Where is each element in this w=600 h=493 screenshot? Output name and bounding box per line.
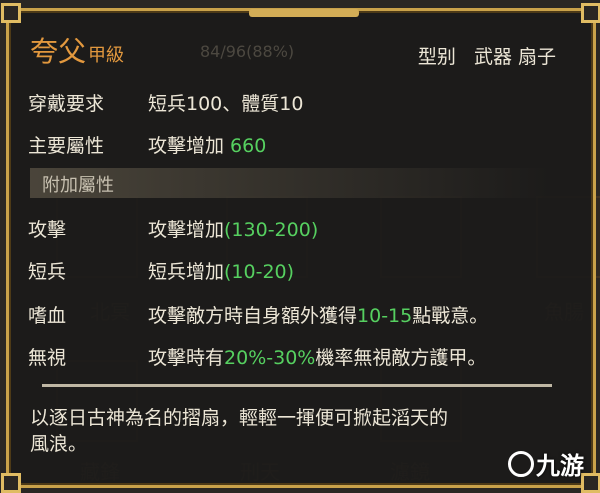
- extra-attributes-heading: 附加屬性: [42, 175, 114, 196]
- extra-attribute-value: (10-20): [224, 261, 295, 283]
- extra-attribute-suffix: 機率無視敵方護甲。: [315, 347, 487, 369]
- extra-attribute-row: 嗜血 攻擊敵方時自身額外獲得10-15點戰意。: [28, 304, 488, 328]
- extra-attribute-prefix: 攻擊增加: [148, 219, 225, 241]
- watermark-logo-icon: [508, 450, 534, 477]
- watermark: 九游: [508, 446, 584, 481]
- extra-attribute-row: 短兵 短兵增加(10-20): [28, 260, 294, 284]
- extra-attribute-prefix: 攻擊敵方時自身額外獲得: [148, 305, 358, 327]
- requirement-value: 短兵100、體質10: [148, 93, 304, 115]
- frame-corner: [581, 3, 600, 23]
- extra-attribute-row: 無視 攻擊時有20%-30%機率無視敵方護甲。: [28, 346, 486, 370]
- item-description: 以逐日古神為名的摺扇，輕輕一揮便可掀起滔天的風浪。: [30, 407, 449, 455]
- frame-corner: [1, 3, 21, 23]
- main-attribute-prefix: 攻擊增加: [148, 135, 231, 157]
- extra-attribute-label: 嗜血: [28, 305, 67, 327]
- requirement-row: 穿戴要求 短兵100、體質10: [28, 92, 303, 116]
- item-type-value: 武器 扇子: [473, 46, 556, 68]
- item-type: 型别 武器 扇子: [418, 42, 556, 69]
- main-attribute-label: 主要屬性: [28, 135, 105, 157]
- extra-attribute-row: 攻擊 攻擊增加(130-200): [28, 218, 318, 242]
- item-grade: 甲級: [88, 45, 125, 66]
- item-type-label: 型别: [417, 46, 456, 68]
- extra-attribute-label: 無視: [28, 347, 67, 369]
- extra-attribute-suffix: 點戰意。: [412, 305, 489, 327]
- frame-ornament: [249, 9, 359, 17]
- requirement-label: 穿戴要求: [28, 93, 105, 115]
- extra-attribute-value: 20%-30%: [224, 347, 316, 369]
- extra-attribute-label: 攻擊: [28, 219, 67, 241]
- main-attribute-row: 主要屬性 攻擊增加 660: [28, 134, 266, 158]
- extra-attribute-value: 10-15: [357, 305, 413, 327]
- durability-text: 84/96(88%): [200, 42, 295, 61]
- extra-attribute-value: (130-200): [224, 219, 319, 241]
- item-name: 夸父: [30, 35, 87, 68]
- watermark-text: 九游: [536, 452, 584, 480]
- main-attribute-value: 660: [230, 135, 267, 157]
- divider: [42, 384, 552, 387]
- frame-corner: [1, 473, 21, 493]
- extra-attribute-prefix: 攻擊時有: [148, 347, 225, 369]
- item-title: 夸父 甲級: [30, 30, 124, 70]
- extra-attribute-label: 短兵: [28, 261, 67, 283]
- extra-attribute-prefix: 短兵增加: [148, 261, 225, 283]
